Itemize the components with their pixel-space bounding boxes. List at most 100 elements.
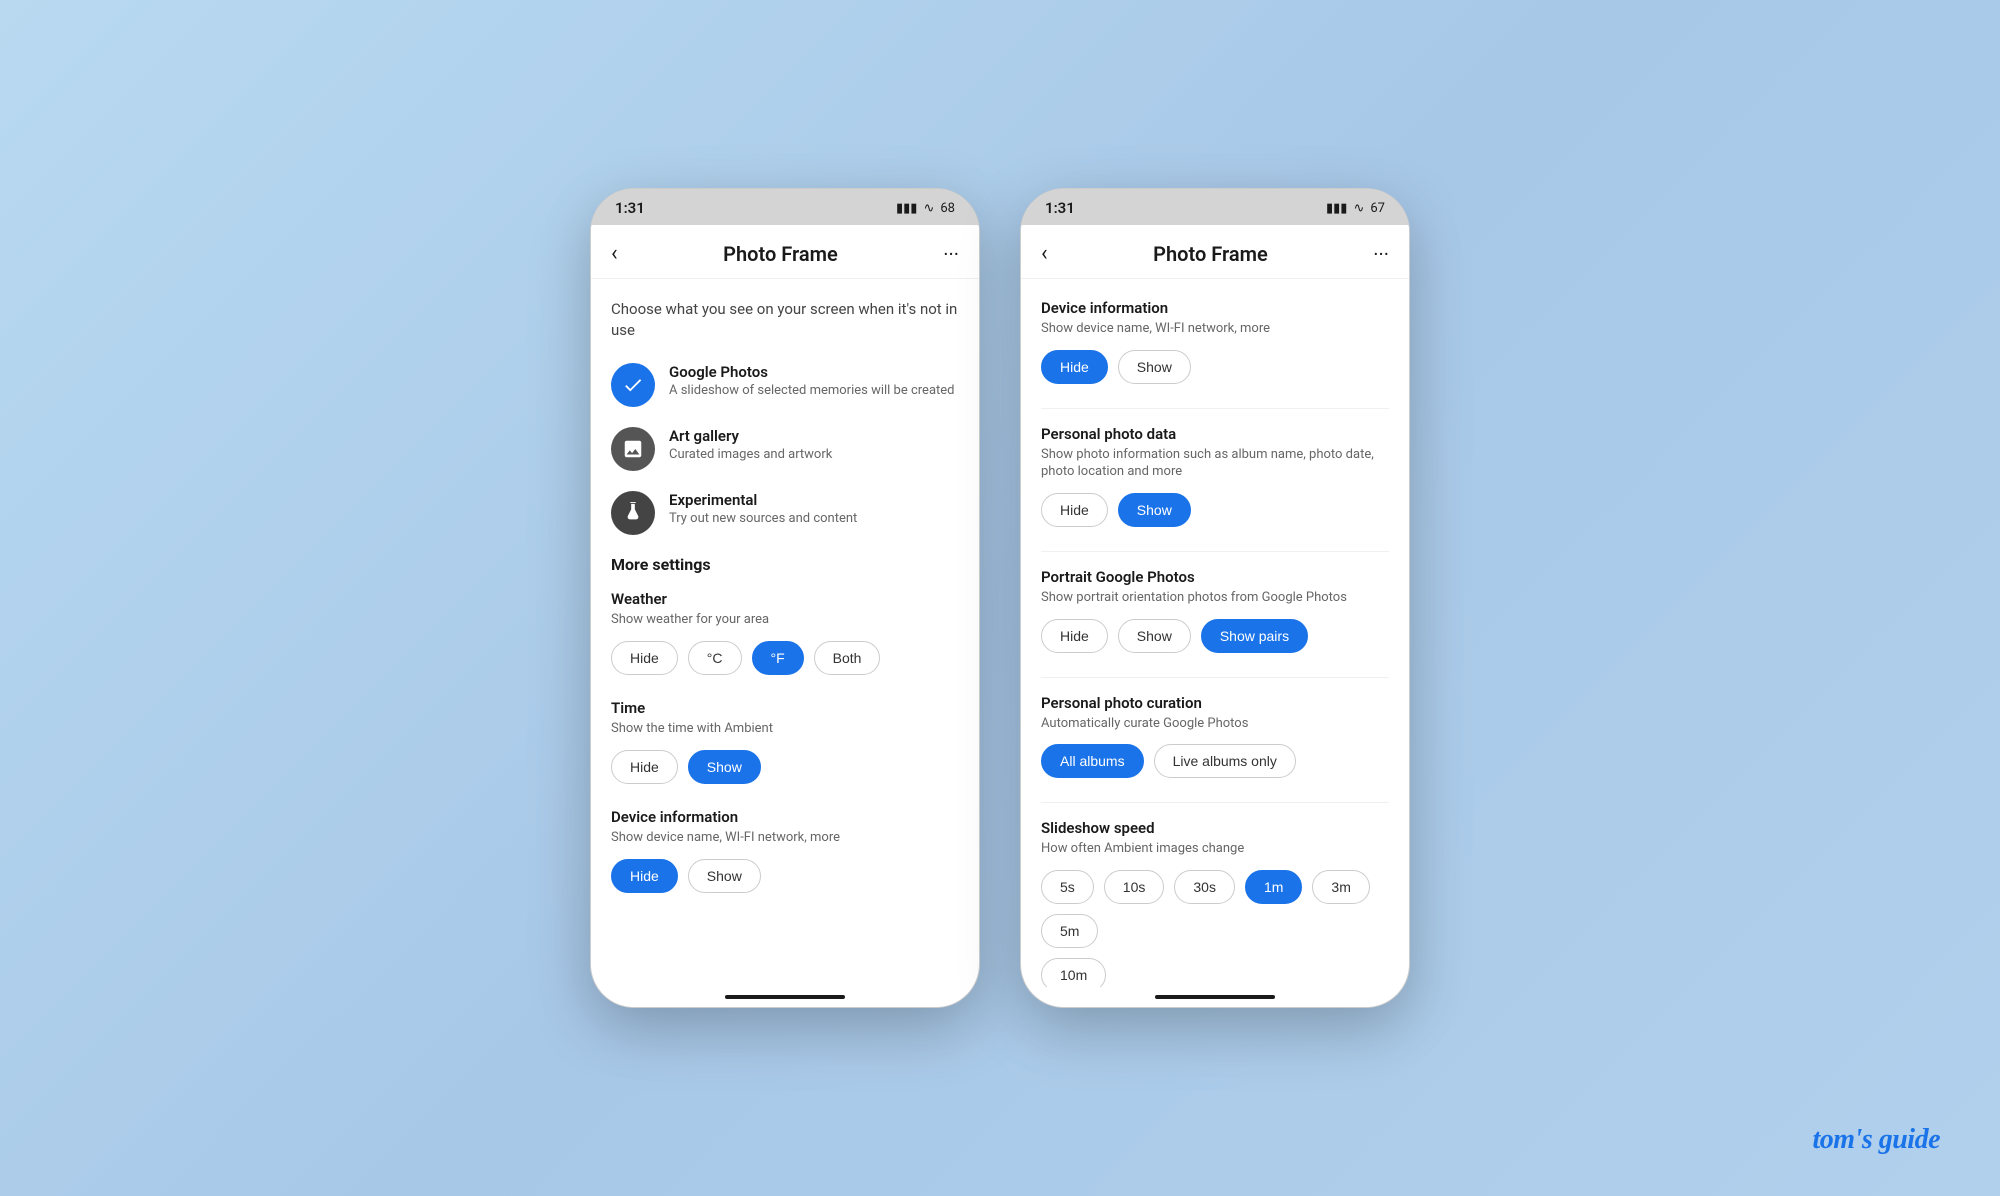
speed-1m-btn[interactable]: 1m (1245, 870, 1302, 904)
experimental-icon (611, 491, 655, 535)
home-indicator-right (1021, 987, 1409, 1007)
device-info-show-btn-right[interactable]: Show (1118, 350, 1191, 384)
time-desc: Show the time with Ambient (611, 721, 959, 738)
divider-1 (1041, 408, 1389, 409)
portrait-show-btn[interactable]: Show (1118, 619, 1191, 653)
back-button-right[interactable]: ‹ (1041, 241, 1048, 266)
slideshow-speed-btn-group: 5s 10s 30s 1m 3m 5m (1041, 870, 1389, 948)
slideshow-speed-btn-group-2: 10m (1041, 958, 1389, 987)
weather-celsius-btn[interactable]: °C (688, 641, 742, 675)
device-info-btn-group-right: Hide Show (1041, 350, 1389, 384)
nav-bar-right: ‹ Photo Frame ··· (1021, 225, 1409, 279)
device-info-desc-right: Show device name, WI-FI network, more (1041, 321, 1389, 338)
portrait-hide-btn[interactable]: Hide (1041, 619, 1108, 653)
portrait-google-photos-label: Portrait Google Photos (1041, 568, 1389, 586)
all-albums-btn[interactable]: All albums (1041, 744, 1144, 778)
personal-photo-curation-label: Personal photo curation (1041, 694, 1389, 712)
time-show-btn[interactable]: Show (688, 750, 761, 784)
speed-5m-btn[interactable]: 5m (1041, 914, 1098, 948)
time-label: Time (611, 699, 959, 717)
option-experimental[interactable]: Experimental Try out new sources and con… (611, 491, 959, 535)
experimental-text: Experimental Try out new sources and con… (669, 491, 857, 528)
speed-3m-btn[interactable]: 3m (1312, 870, 1369, 904)
battery-icon-left: 68 (940, 201, 955, 216)
page-title-right: Photo Frame (1153, 242, 1268, 266)
watermark: tom's guide (1812, 1124, 1940, 1156)
google-photos-title: Google Photos (669, 363, 955, 381)
google-photos-text: Google Photos A slideshow of selected me… (669, 363, 955, 400)
option-google-photos[interactable]: Google Photos A slideshow of selected me… (611, 363, 959, 407)
flask-icon (622, 502, 644, 524)
setting-weather: Weather Show weather for your area Hide … (611, 590, 959, 675)
experimental-title: Experimental (669, 491, 857, 509)
divider-4 (1041, 802, 1389, 803)
page-title-left: Photo Frame (723, 242, 838, 266)
personal-photo-curation-btn-group: All albums Live albums only (1041, 744, 1389, 778)
setting-device-info-right: Device information Show device name, WI-… (1041, 299, 1389, 384)
weather-btn-group: Hide °C °F Both (611, 641, 959, 675)
weather-both-btn[interactable]: Both (814, 641, 881, 675)
wifi-icon-left: ∿ (923, 201, 934, 216)
time-btn-group: Hide Show (611, 750, 959, 784)
experimental-desc: Try out new sources and content (669, 511, 857, 528)
checkmark-icon (622, 374, 644, 396)
home-bar-left (725, 995, 845, 999)
device-info-label-left: Device information (611, 808, 959, 826)
speed-10m-btn[interactable]: 10m (1041, 958, 1106, 987)
signal-icon-right: ▮▮▮ (1326, 201, 1347, 216)
slideshow-speed-desc: How often Ambient images change (1041, 841, 1389, 858)
home-indicator-left (591, 987, 979, 1007)
time-right: 1:31 (1045, 199, 1075, 217)
image-icon (622, 438, 644, 460)
home-bar-right (1155, 995, 1275, 999)
device-info-hide-btn-left[interactable]: Hide (611, 859, 678, 893)
portrait-show-pairs-btn[interactable]: Show pairs (1201, 619, 1308, 653)
setting-device-info-left: Device information Show device name, WI-… (611, 808, 959, 893)
signal-icon-left: ▮▮▮ (896, 201, 917, 216)
more-button-left[interactable]: ··· (943, 242, 959, 266)
device-info-hide-btn-right[interactable]: Hide (1041, 350, 1108, 384)
nav-bar-left: ‹ Photo Frame ··· (591, 225, 979, 279)
speed-5s-btn[interactable]: 5s (1041, 870, 1094, 904)
personal-photo-data-desc: Show photo information such as album nam… (1041, 447, 1389, 481)
more-button-right[interactable]: ··· (1373, 242, 1389, 266)
divider-3 (1041, 677, 1389, 678)
device-info-show-btn-left[interactable]: Show (688, 859, 761, 893)
time-hide-btn[interactable]: Hide (611, 750, 678, 784)
live-albums-only-btn[interactable]: Live albums only (1154, 744, 1296, 778)
setting-time: Time Show the time with Ambient Hide Sho… (611, 699, 959, 784)
speed-30s-btn[interactable]: 30s (1174, 870, 1235, 904)
wifi-icon-right: ∿ (1353, 201, 1364, 216)
battery-icon-right: 67 (1370, 201, 1385, 216)
time-left: 1:31 (615, 199, 645, 217)
personal-photo-data-hide-btn[interactable]: Hide (1041, 493, 1108, 527)
personal-photo-data-show-btn[interactable]: Show (1118, 493, 1191, 527)
phone-left: 1:31 ▮▮▮ ∿ 68 ‹ Photo Frame ··· Choose w… (590, 188, 980, 1008)
portrait-google-photos-btn-group: Hide Show Show pairs (1041, 619, 1389, 653)
setting-personal-photo-data: Personal photo data Show photo informati… (1041, 425, 1389, 527)
screen-left: ‹ Photo Frame ··· Choose what you see on… (591, 225, 979, 1007)
more-settings-label: More settings (611, 555, 959, 574)
screen-content-right: Device information Show device name, WI-… (1021, 279, 1409, 987)
screen-content-left: Choose what you see on your screen when … (591, 279, 979, 987)
status-icons-left: ▮▮▮ ∿ 68 (896, 201, 955, 216)
personal-photo-data-btn-group: Hide Show (1041, 493, 1389, 527)
setting-slideshow-speed: Slideshow speed How often Ambient images… (1041, 819, 1389, 987)
weather-label: Weather (611, 590, 959, 608)
device-info-btn-group-left: Hide Show (611, 859, 959, 893)
google-photos-icon (611, 363, 655, 407)
divider-2 (1041, 551, 1389, 552)
speed-10s-btn[interactable]: 10s (1104, 870, 1165, 904)
art-gallery-icon (611, 427, 655, 471)
setting-portrait-google-photos: Portrait Google Photos Show portrait ori… (1041, 568, 1389, 653)
back-button-left[interactable]: ‹ (611, 241, 618, 266)
slideshow-speed-label: Slideshow speed (1041, 819, 1389, 837)
art-gallery-desc: Curated images and artwork (669, 447, 832, 464)
option-art-gallery[interactable]: Art gallery Curated images and artwork (611, 427, 959, 471)
weather-hide-btn[interactable]: Hide (611, 641, 678, 675)
weather-fahrenheit-btn[interactable]: °F (752, 641, 804, 675)
subtitle-left: Choose what you see on your screen when … (611, 299, 959, 341)
personal-photo-data-label: Personal photo data (1041, 425, 1389, 443)
google-photos-desc: A slideshow of selected memories will be… (669, 383, 955, 400)
portrait-google-photos-desc: Show portrait orientation photos from Go… (1041, 590, 1389, 607)
